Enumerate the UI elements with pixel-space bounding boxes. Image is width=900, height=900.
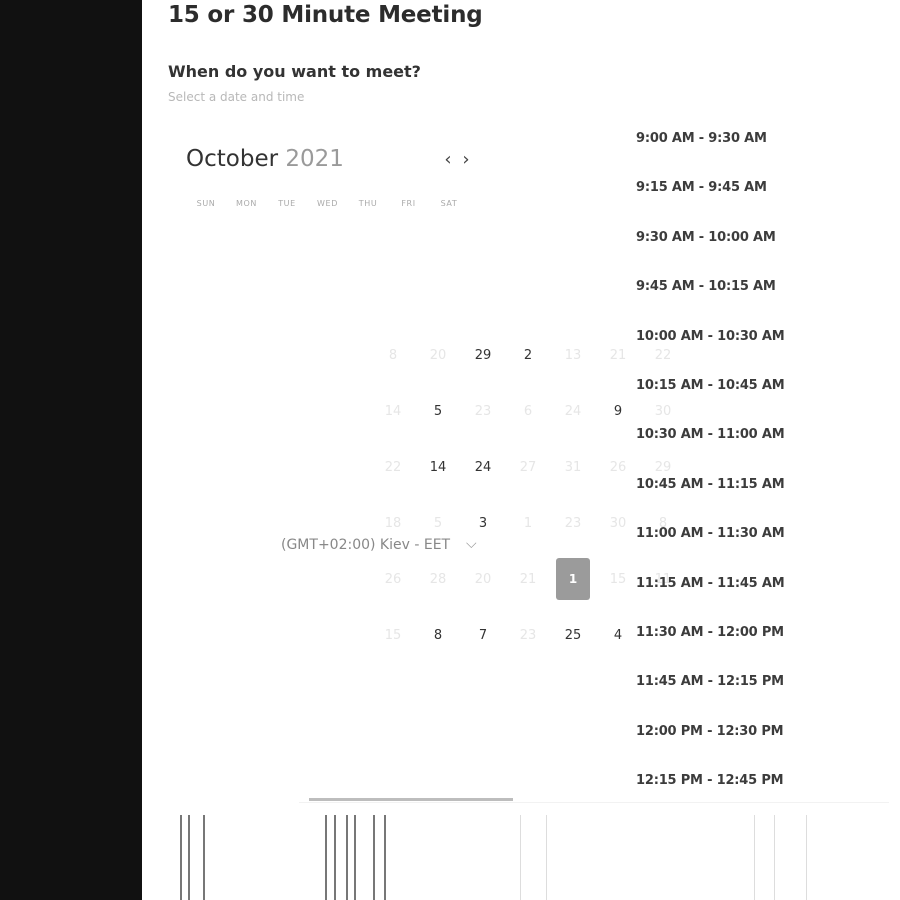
weekday-tue: TUE (278, 199, 296, 208)
section-heading: When do you want to meet? (168, 62, 421, 81)
time-slot-button[interactable]: 10:15 AM - 10:45 AM (636, 378, 785, 393)
time-slot-button[interactable]: 11:45 AM - 12:15 PM (636, 674, 784, 689)
weekday-thu: THU (358, 199, 378, 208)
sidebar (0, 0, 142, 900)
page-title: 15 or 30 Minute Meeting (168, 2, 483, 28)
calendar-day[interactable]: 2 (508, 336, 548, 376)
weekday-sat: SAT (440, 199, 458, 208)
calendar-day: 6 (523, 404, 533, 419)
time-slot-button[interactable]: 9:00 AM - 9:30 AM (636, 131, 767, 146)
calendar-day: 14 (384, 404, 402, 419)
calendar-day: 23 (474, 404, 492, 419)
weekday-wed: WED (317, 199, 338, 208)
calendar-day[interactable]: 14 (418, 448, 458, 488)
time-slot-button[interactable]: 10:00 AM - 10:30 AM (636, 329, 785, 344)
next-month-button[interactable]: › (458, 149, 474, 171)
prev-month-button[interactable]: ‹ (440, 149, 456, 171)
calendar-day: 21 (519, 572, 537, 587)
calendar-day: 13 (564, 348, 582, 363)
calendar-month-label: October 2021 (186, 146, 344, 172)
calendar-day[interactable]: 4 (598, 616, 638, 656)
calendar-day-selected[interactable]: 1 (556, 558, 590, 600)
scroll-indicator[interactable] (309, 798, 513, 801)
time-slot-button[interactable]: 11:15 AM - 11:45 AM (636, 576, 785, 591)
calendar-day: 24 (564, 404, 582, 419)
calendar-day[interactable]: 29 (463, 336, 503, 376)
time-slot-button[interactable]: 9:45 AM - 10:15 AM (636, 279, 776, 294)
time-slot-button[interactable]: 10:30 AM - 11:00 AM (636, 427, 785, 442)
weekday-fri: FRI (401, 199, 416, 208)
month-name: October (186, 146, 279, 172)
chevron-down-icon[interactable]: ⌵ (466, 536, 477, 552)
time-slot-button[interactable]: 10:45 AM - 11:15 AM (636, 477, 785, 492)
calendar-day[interactable]: 8 (418, 616, 458, 656)
calendar-day: 15 (609, 572, 627, 587)
calendar-day: 31 (564, 460, 582, 475)
calendar-day: 1 (523, 516, 533, 531)
calendar-day: 8 (388, 348, 398, 363)
time-slot-button[interactable]: 12:00 PM - 12:30 PM (636, 724, 784, 739)
calendar-day: 26 (384, 572, 402, 587)
time-slot-button[interactable]: 9:30 AM - 10:00 AM (636, 230, 776, 245)
calendar-day: 20 (474, 572, 492, 587)
calendar-day: 20 (429, 348, 447, 363)
calendar-day: 23 (564, 516, 582, 531)
chevron-left-icon: ‹ (444, 149, 452, 170)
weekday-mon: MON (236, 199, 257, 208)
section-hint: Select a date and time (168, 90, 305, 104)
footer-lines (142, 815, 900, 900)
calendar-day: 22 (384, 460, 402, 475)
chevron-right-icon: › (462, 149, 470, 170)
calendar-day: 23 (519, 628, 537, 643)
calendar-day[interactable]: 24 (463, 448, 503, 488)
main-panel: 15 or 30 Minute Meeting When do you want… (142, 0, 900, 900)
divider (299, 802, 889, 803)
calendar-day: 21 (609, 348, 627, 363)
calendar-day: 27 (519, 460, 537, 475)
calendar-day: 26 (609, 460, 627, 475)
time-slot-button[interactable]: 9:15 AM - 9:45 AM (636, 180, 767, 195)
calendar-day: 30 (609, 516, 627, 531)
weekday-sun: SUN (196, 199, 216, 208)
time-slot-button[interactable]: 11:00 AM - 11:30 AM (636, 526, 785, 541)
time-slot-button[interactable]: 11:30 AM - 12:00 PM (636, 625, 784, 640)
calendar-day[interactable]: 7 (463, 616, 503, 656)
calendar-day: 30 (654, 404, 672, 419)
calendar-day[interactable]: 5 (418, 392, 458, 432)
timezone-select[interactable]: (GMT+02:00) Kiev - EET (281, 537, 450, 553)
month-year: 2021 (285, 146, 344, 172)
time-slot-button[interactable]: 12:15 PM - 12:45 PM (636, 773, 784, 788)
calendar-day: 15 (384, 628, 402, 643)
calendar-day[interactable]: 25 (553, 616, 593, 656)
calendar-day: 28 (429, 572, 447, 587)
calendar-day[interactable]: 9 (598, 392, 638, 432)
